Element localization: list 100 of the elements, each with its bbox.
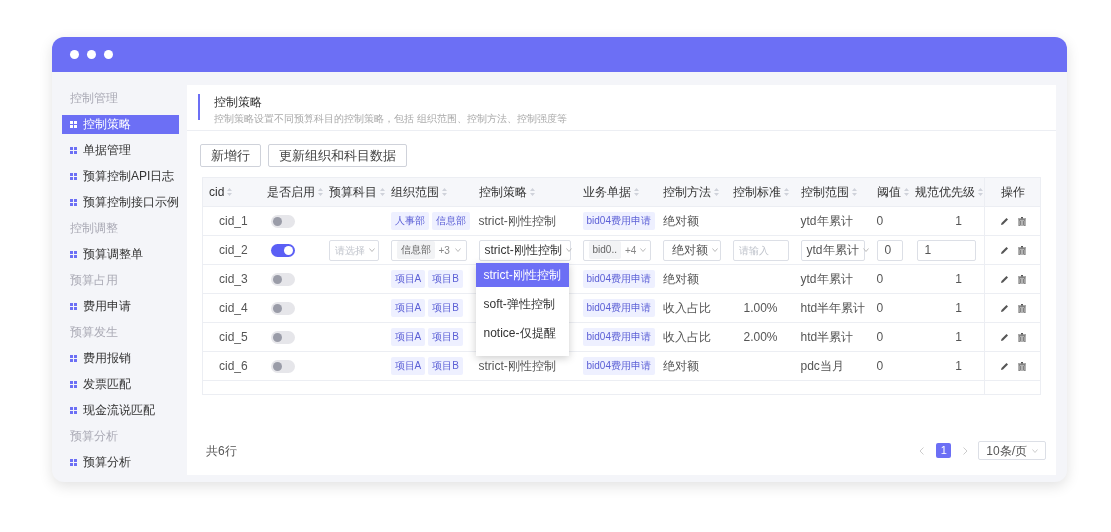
table-cell: 绝对额 — [662, 272, 699, 286]
sidebar-item[interactable]: 发票匹配 — [62, 374, 179, 394]
sidebar-item[interactable]: 控制策略 — [62, 114, 179, 134]
toggle-switch[interactable] — [270, 330, 295, 344]
table-cell: 1.00% — [743, 301, 778, 315]
table-cell: 1 — [955, 330, 962, 344]
edit-icon — [999, 245, 1009, 255]
edit-icon — [999, 361, 1009, 371]
grid-icon — [70, 458, 77, 466]
more-count: +4 — [624, 243, 637, 258]
select-field[interactable]: 绝对额 — [662, 239, 721, 261]
trash-icon — [1017, 216, 1026, 226]
table-cell: 0 — [876, 359, 884, 373]
trash-icon — [1017, 245, 1026, 255]
table-cell: 绝对额 — [662, 214, 699, 228]
table-cell: strict-刚性控制 — [478, 359, 556, 373]
sort-icon — [633, 188, 639, 196]
select-field[interactable]: 信息部 +3 — [390, 239, 467, 261]
select-field[interactable]: strict-刚性控制 — [478, 239, 571, 261]
toggle-switch[interactable] — [270, 272, 295, 286]
sidebar-group-label: 控制调整 — [69, 220, 119, 237]
sidebar-item[interactable]: 预算分析 — [62, 452, 179, 472]
grid-icon — [70, 250, 77, 258]
tag: 项目A — [390, 357, 426, 375]
caret-icon — [862, 248, 869, 252]
select-field[interactable]: bid0.. +4 — [582, 239, 651, 261]
trash-icon — [1017, 303, 1026, 313]
table-cell: ytd年累计 — [800, 272, 853, 286]
table-cell: 0 — [876, 330, 884, 344]
tag: 项目A — [390, 299, 426, 317]
tag: bid0.. — [588, 241, 621, 259]
column-header: 控制方法 — [662, 184, 711, 201]
caret-icon — [640, 248, 647, 252]
table-cell: 0 — [876, 272, 884, 286]
sort-icon — [713, 188, 719, 196]
column-header: 控制标准 — [732, 184, 781, 201]
tag: 项目A — [390, 270, 426, 288]
column-header: cid — [209, 184, 225, 201]
input-field[interactable]: 1 — [916, 239, 976, 261]
sidebar-item[interactable]: 预算控制API日志 — [62, 166, 179, 186]
sidebar-item[interactable]: 预算调整单 — [62, 244, 179, 264]
sidebar-group-label: 控制管理 — [69, 90, 119, 107]
sort-icon — [903, 188, 909, 196]
caret-icon — [1032, 448, 1038, 453]
edit-icon — [999, 303, 1009, 313]
trash-icon — [1017, 361, 1026, 371]
table-cell: 绝对额 — [662, 359, 699, 373]
tag: bid04费用申请 — [582, 299, 655, 317]
sidebar-item[interactable]: 单据管理 — [62, 140, 179, 160]
toggle-switch[interactable] — [270, 214, 295, 228]
sidebar-item[interactable]: 现金流说匹配 — [62, 400, 179, 420]
dropdown-option[interactable]: notice-仅提醒 — [475, 321, 569, 345]
sidebar-item[interactable]: 预算控制接口示例 — [62, 192, 179, 212]
column-header: 预算科目 — [328, 184, 377, 201]
grid-icon — [70, 354, 77, 362]
dropdown-option[interactable]: strict-刚性控制 — [475, 263, 569, 287]
table-cell: cid_6 — [219, 359, 248, 373]
toggle-switch[interactable] — [270, 359, 295, 373]
sidebar-group-label: 预算发生 — [69, 324, 119, 341]
column-header: 阈值 — [876, 184, 901, 201]
caret-icon — [565, 248, 572, 252]
table-cell: cid_4 — [219, 301, 248, 315]
toggle-switch[interactable] — [270, 301, 295, 315]
page-title: 控制策略 — [214, 94, 263, 110]
grid-icon — [70, 198, 77, 206]
grid-icon — [70, 120, 77, 128]
tag: 信息部 — [431, 212, 470, 230]
sort-icon — [227, 188, 233, 196]
table-cell: cid_2 — [219, 243, 248, 257]
page-size-select[interactable]: 10条/页 — [978, 441, 1046, 460]
input-field[interactable]: 0 — [876, 239, 903, 261]
table-cell: 0 — [876, 301, 884, 315]
total-count: 共6行 — [206, 442, 237, 460]
grid-icon — [70, 406, 77, 414]
sidebar-group-label: 预算分析 — [69, 428, 119, 445]
table-cell: 1 — [955, 301, 962, 315]
sidebar-item[interactable]: 费用申请 — [62, 296, 179, 316]
column-header: 规范优先级 — [914, 184, 975, 201]
table-cell: 1 — [955, 214, 962, 228]
sort-icon — [851, 188, 857, 196]
sidebar-item[interactable]: 费用报销 — [62, 348, 179, 368]
edit-icon — [999, 332, 1009, 342]
caret-icon — [454, 248, 461, 252]
column-header: 操作 — [1000, 184, 1025, 201]
table-cell: ytd年累计 — [800, 214, 853, 228]
column-header: 组织范围 — [390, 184, 439, 201]
table-cell: pdc当月 — [800, 359, 844, 373]
table-cell: cid_1 — [219, 214, 248, 228]
dropdown-option[interactable]: soft-弹性控制 — [475, 292, 569, 316]
trash-icon — [1017, 332, 1026, 342]
table-cell: htd半累计 — [800, 330, 854, 344]
table-cell: 0 — [876, 214, 884, 228]
column-header: 控制策略 — [478, 184, 527, 201]
chevron-left-icon — [919, 446, 925, 455]
tag: bid04费用申请 — [582, 270, 655, 288]
page-button[interactable]: 1 — [936, 443, 952, 458]
toggle-switch[interactable] — [270, 243, 295, 257]
table-cell: cid_5 — [219, 330, 248, 344]
toolbar-button[interactable]: 新增行 — [200, 144, 261, 167]
toolbar-button[interactable]: 更新组织和科目数据 — [268, 144, 407, 167]
